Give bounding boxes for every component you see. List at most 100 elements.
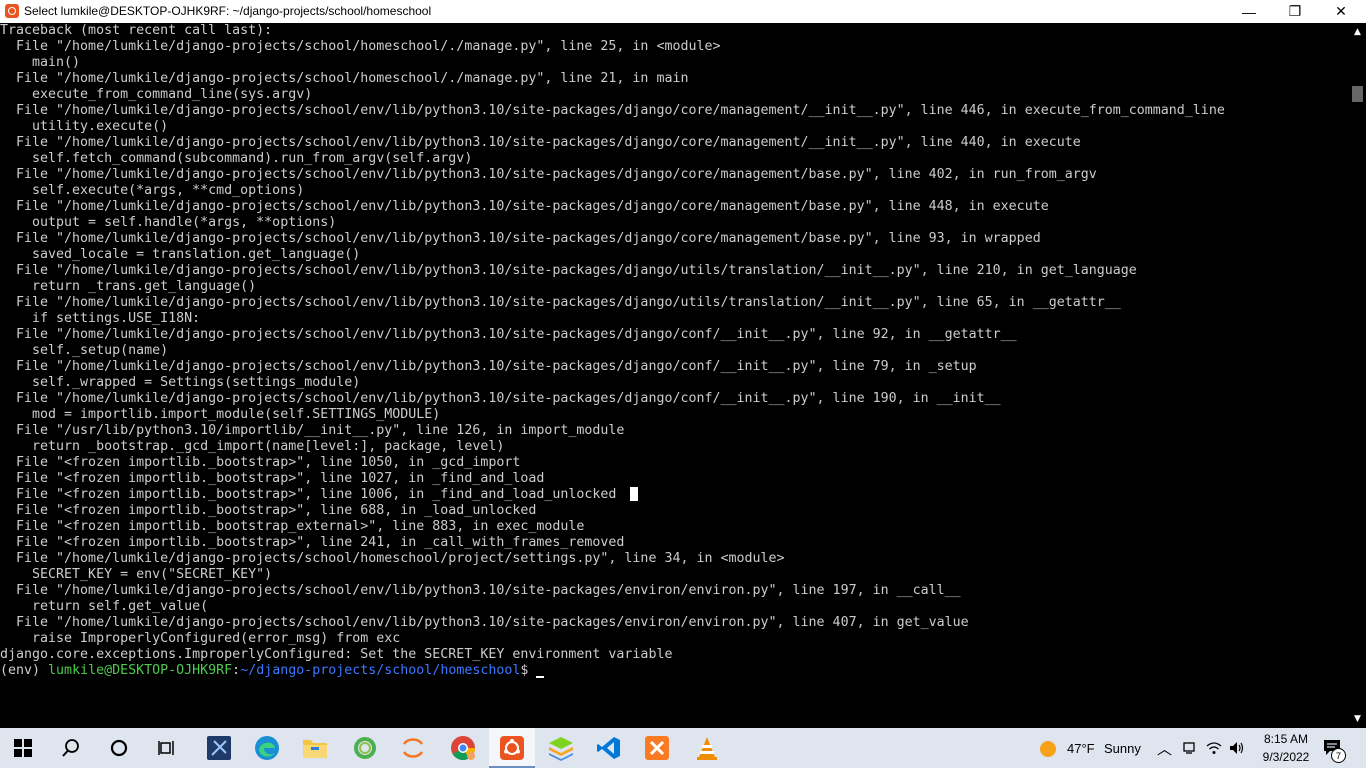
terminal-line-text: utility.execute() — [0, 119, 169, 134]
terminal-line: File "/usr/lib/python3.10/importlib/__in… — [0, 423, 1349, 439]
scrollbar-thumb[interactable] — [1352, 86, 1363, 102]
taskbar-app-snipping[interactable] — [196, 728, 242, 768]
terminal-line: execute_from_command_line(sys.argv) — [0, 87, 1349, 103]
terminal-line: self.execute(*args, **cmd_options) — [0, 183, 1349, 199]
taskbar-app-file-explorer[interactable] — [292, 728, 338, 768]
terminal-line-text: if settings.USE_I18N: — [0, 311, 201, 326]
taskbar-app-jupyter[interactable] — [390, 728, 436, 768]
terminal-line: django.core.exceptions.ImproperlyConfigu… — [0, 647, 1349, 663]
scroll-up-arrow-icon[interactable]: ▲ — [1349, 23, 1366, 40]
close-button[interactable]: ✕ — [1318, 0, 1364, 23]
terminal-line-text: File "/usr/lib/python3.10/importlib/__in… — [0, 423, 625, 438]
search-button[interactable] — [48, 728, 94, 768]
chevron-up-icon[interactable]: ︿ — [1157, 738, 1172, 759]
terminal-line: File "/home/lumkile/django-projects/scho… — [0, 103, 1349, 119]
wifi-icon[interactable] — [1206, 741, 1222, 755]
terminal-line: File "<frozen importlib._bootstrap>", li… — [0, 503, 1349, 519]
taskbar-app-vlc[interactable] — [684, 728, 730, 768]
weather-sun-icon[interactable] — [1039, 740, 1057, 758]
terminal-line: return _trans.get_language() — [0, 279, 1349, 295]
selection-cursor — [630, 487, 639, 501]
terminal-output[interactable]: Traceback (most recent call last): File … — [0, 23, 1349, 727]
terminal-line: File "/home/lumkile/django-projects/scho… — [0, 199, 1349, 215]
task-view-button[interactable] — [144, 728, 190, 768]
prompt-env: (env) — [0, 663, 49, 678]
terminal-line-text: return _bootstrap._gcd_import(name[level… — [0, 439, 505, 454]
terminal-line-text: File "/home/lumkile/django-projects/scho… — [0, 167, 1097, 182]
weather-condition[interactable]: Sunny — [1104, 741, 1141, 756]
terminal-line-text: return _trans.get_language() — [0, 279, 257, 294]
taskbar-app-edge[interactable] — [244, 728, 290, 768]
vlc-icon — [697, 737, 717, 760]
taskbar-app-chrome[interactable] — [440, 728, 486, 768]
terminal-line: raise ImproperlyConfigured(error_msg) fr… — [0, 631, 1349, 647]
terminal-line-text: File "<frozen importlib._bootstrap_exter… — [0, 519, 585, 534]
terminal-line-text: File "/home/lumkile/django-projects/scho… — [0, 551, 785, 566]
taskbar-app-bluestacks[interactable] — [538, 728, 584, 768]
ubuntu-icon — [500, 736, 524, 760]
ubuntu-icon — [5, 4, 19, 18]
clock-date[interactable]: 9/3/2022 — [1258, 750, 1314, 764]
terminal-line-text: main() — [0, 55, 81, 70]
minimize-button[interactable]: — — [1226, 0, 1272, 23]
terminal-line: File "<frozen importlib._bootstrap>", li… — [0, 471, 1349, 487]
terminal-line-text: output = self.handle(*args, **options) — [0, 215, 337, 230]
terminal-line-text: raise ImproperlyConfigured(error_msg) fr… — [0, 631, 401, 646]
taskbar-app-vscode[interactable] — [586, 728, 632, 768]
folder-icon — [303, 740, 327, 758]
snipping-tool-icon — [207, 736, 231, 760]
terminal-line: File "/home/lumkile/django-projects/scho… — [0, 39, 1349, 55]
terminal-line-text: File "/home/lumkile/django-projects/scho… — [0, 327, 1017, 342]
command-prompt[interactable]: (env) lumkile@DESKTOP-OJHK9RF:~/django-p… — [0, 663, 1349, 679]
terminal-line-text: File "/home/lumkile/django-projects/scho… — [0, 103, 1225, 118]
terminal-line-text: File "/home/lumkile/django-projects/scho… — [0, 199, 1049, 214]
terminal-line: File "/home/lumkile/django-projects/scho… — [0, 71, 1349, 87]
terminal-line: saved_locale = translation.get_language(… — [0, 247, 1349, 263]
terminal-line: output = self.handle(*args, **options) — [0, 215, 1349, 231]
chrome-icon — [451, 736, 475, 761]
terminal-line: File "/home/lumkile/django-projects/scho… — [0, 551, 1349, 567]
terminal-line-text: File "<frozen importlib._bootstrap>", li… — [0, 455, 521, 470]
prompt-user-host: lumkile@DESKTOP-OJHK9RF — [48, 663, 233, 678]
clock-time[interactable]: 8:15 AM — [1258, 732, 1314, 746]
green-ring-icon — [354, 737, 376, 759]
taskbar-app-xampp[interactable] — [634, 728, 680, 768]
edge-icon — [255, 736, 279, 760]
taskbar-app-refresh[interactable] — [342, 728, 388, 768]
volume-icon[interactable] — [1228, 740, 1244, 756]
terminal-line: self._setup(name) — [0, 343, 1349, 359]
scroll-down-arrow-icon[interactable]: ▼ — [1349, 710, 1366, 727]
start-button[interactable] — [0, 728, 46, 768]
taskbar: 47°F Sunny ︿ 8:15 AM 9/3/2022 7 — [0, 728, 1366, 768]
prompt-path: ~/django-projects/school/homeschool — [240, 663, 521, 678]
weather-temperature[interactable]: 47°F — [1067, 741, 1095, 756]
terminal-line: File "/home/lumkile/django-projects/scho… — [0, 231, 1349, 247]
cortana-circle-icon — [110, 739, 128, 757]
prompt-symbol: $ — [520, 663, 529, 678]
restore-button[interactable]: ❐ — [1272, 0, 1318, 23]
terminal-line: mod = importlib.import_module(self.SETTI… — [0, 407, 1349, 423]
device-icon[interactable] — [1182, 741, 1196, 755]
terminal-line: File "/home/lumkile/django-projects/scho… — [0, 295, 1349, 311]
taskbar-app-ubuntu[interactable] — [489, 728, 535, 768]
terminal-line-text: File "/home/lumkile/django-projects/scho… — [0, 583, 961, 598]
vertical-scrollbar[interactable]: ▲ ▼ — [1349, 23, 1366, 727]
terminal-line: utility.execute() — [0, 119, 1349, 135]
title-bar[interactable]: Select lumkile@DESKTOP-OJHK9RF: ~/django… — [0, 0, 1366, 23]
terminal-line-text: File "/home/lumkile/django-projects/scho… — [0, 391, 1001, 406]
terminal-line: return _bootstrap._gcd_import(name[level… — [0, 439, 1349, 455]
terminal-line-text: File "<frozen importlib._bootstrap>", li… — [0, 487, 617, 502]
notification-center-button[interactable]: 7 — [1322, 738, 1346, 763]
terminal-line-text: File "/home/lumkile/django-projects/scho… — [0, 231, 1041, 246]
terminal-line-text: File "/home/lumkile/django-projects/scho… — [0, 135, 1081, 150]
terminal-line: File "<frozen importlib._bootstrap_exter… — [0, 519, 1349, 535]
prompt-separator: : — [232, 663, 241, 678]
terminal-line: if settings.USE_I18N: — [0, 311, 1349, 327]
vscode-icon — [597, 737, 620, 759]
terminal-line: File "/home/lumkile/django-projects/scho… — [0, 359, 1349, 375]
terminal-line-text: return self.get_value( — [0, 599, 209, 614]
terminal-line-text: django.core.exceptions.ImproperlyConfigu… — [0, 647, 673, 662]
terminal-line-text: self.execute(*args, **cmd_options) — [0, 183, 305, 198]
terminal-line: self.fetch_command(subcommand).run_from_… — [0, 151, 1349, 167]
cortana-button[interactable] — [96, 728, 142, 768]
